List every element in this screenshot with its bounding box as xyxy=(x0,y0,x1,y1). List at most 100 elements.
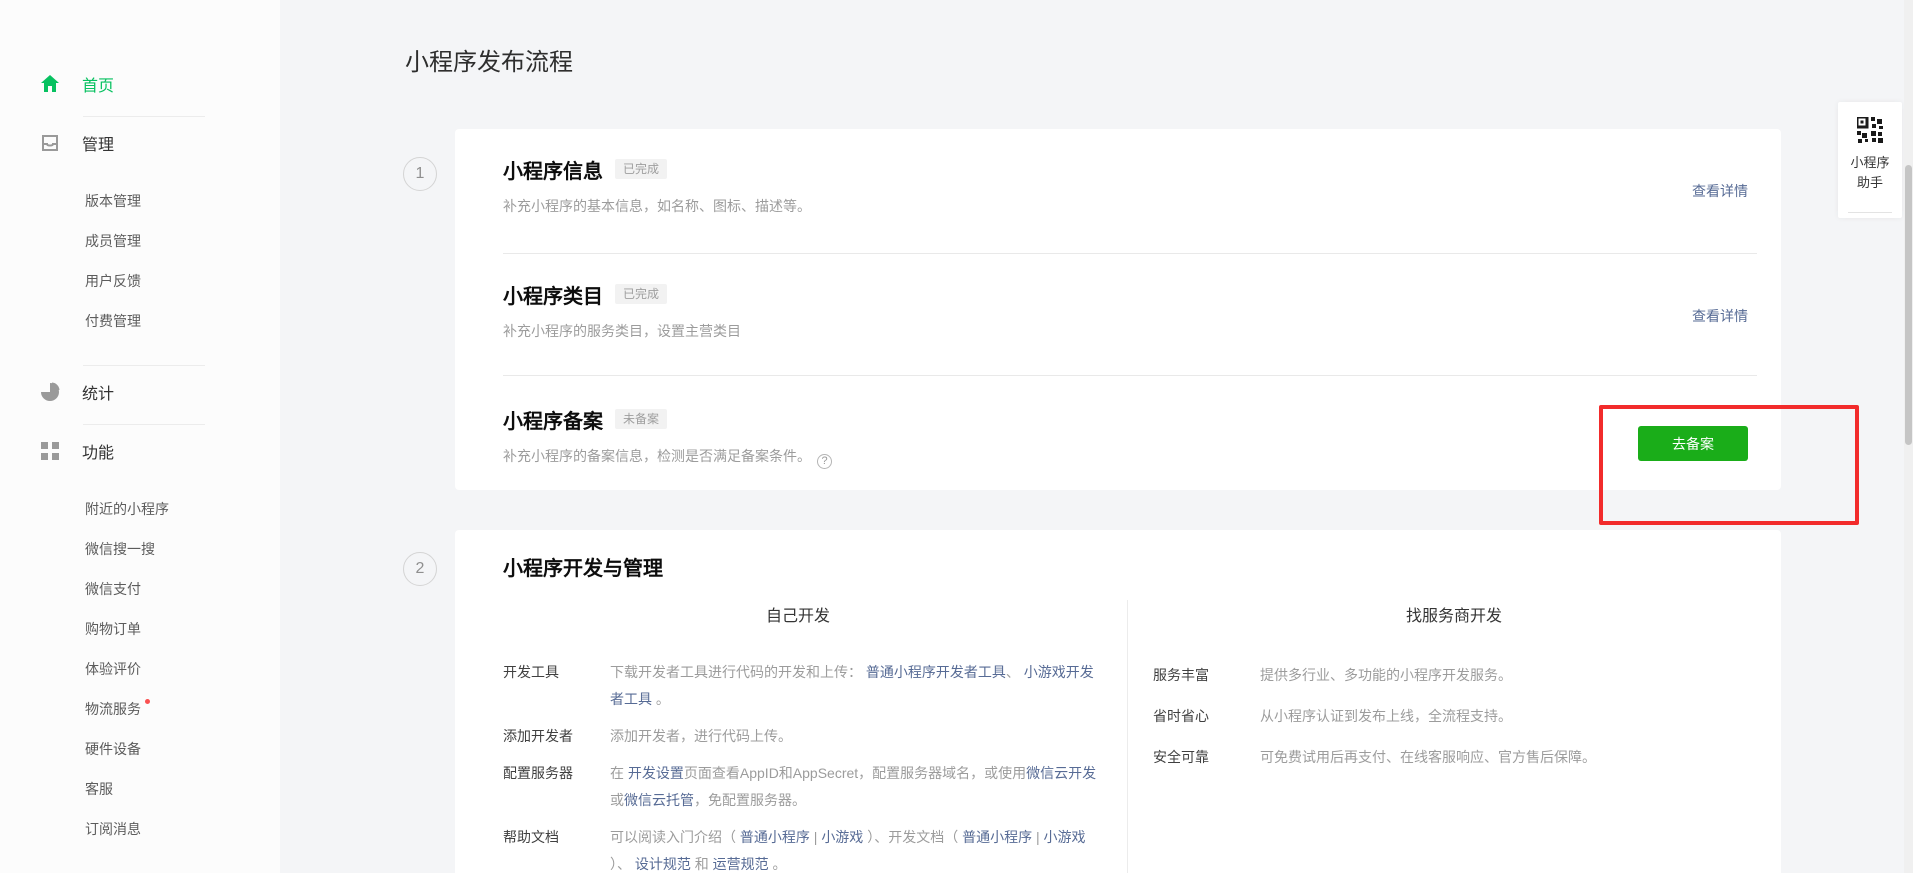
inline-link[interactable]: 微信云开发 xyxy=(1026,765,1096,781)
help-icon[interactable]: ? xyxy=(817,454,832,469)
sidebar-item-label: 管理 xyxy=(82,131,114,155)
inline-link[interactable]: 普通小程序 xyxy=(740,829,810,845)
grid-icon xyxy=(40,441,60,461)
publish-step-row: 小程序类目已完成补充小程序的服务类目，设置主营类目查看详情 xyxy=(503,280,1748,378)
go-register-button[interactable]: 去备案 xyxy=(1638,426,1748,461)
notification-dot xyxy=(145,699,150,704)
publish-step-row: 小程序备案未备案补充小程序的备案信息，检测是否满足备案条件。? xyxy=(503,405,1748,525)
dev-row-label: 配置服务器 xyxy=(503,760,610,814)
column-header-service-provider: 找服务商开发 xyxy=(1127,603,1781,630)
inline-link[interactable]: 小游戏 xyxy=(821,829,863,845)
inline-link[interactable]: 开发设置 xyxy=(628,765,684,781)
sidebar-item-manage[interactable]: 管理 xyxy=(0,125,280,161)
dev-row-label: 添加开发者 xyxy=(503,723,610,750)
column-header-self-develop: 自己开发 xyxy=(503,603,1093,630)
dev-card-title: 小程序开发与管理 xyxy=(503,554,663,584)
sidebar-divider xyxy=(83,365,205,366)
dev-row-description: 从小程序认证到发布上线，全流程支持。 xyxy=(1260,703,1713,730)
sidebar-subitem[interactable]: 订阅消息 xyxy=(0,809,280,849)
dev-row-label: 帮助文档 xyxy=(503,824,610,873)
inbox-icon xyxy=(40,133,60,153)
step-1-number: 1 xyxy=(403,157,437,191)
sidebar-subitem[interactable]: 附近的小程序 xyxy=(0,489,280,529)
qr-code-icon xyxy=(1857,117,1883,148)
scrollbar-thumb[interactable] xyxy=(1905,165,1912,445)
section-title: 小程序备案 xyxy=(503,405,603,434)
sidebar-divider xyxy=(83,424,205,425)
dev-row-description: 提供多行业、多功能的小程序开发服务。 xyxy=(1260,662,1713,689)
status-badge: 已完成 xyxy=(615,159,667,179)
status-badge: 已完成 xyxy=(615,284,667,304)
section-description: 补充小程序的备案信息，检测是否满足备案条件。? xyxy=(503,446,1748,469)
sidebar-subitem[interactable]: 付费管理 xyxy=(0,301,280,341)
self-develop-row: 帮助文档可以阅读入门介绍（ 普通小程序 | 小游戏 ）、开发文档（ 普通小程序 … xyxy=(503,824,1105,873)
sidebar-subitems: 版本管理成员管理用户反馈付费管理 xyxy=(0,161,280,351)
inline-link[interactable]: 运营规范 xyxy=(713,856,769,872)
section-divider xyxy=(503,375,1757,376)
sidebar-subitem[interactable]: 体验评价 xyxy=(0,649,280,689)
widget-label-line-2: 助手 xyxy=(1838,173,1902,193)
column-divider xyxy=(1127,600,1128,873)
view-details-link[interactable]: 查看详情 xyxy=(1692,306,1748,326)
widget-label-line-1: 小程序 xyxy=(1838,153,1902,173)
page-title: 小程序发布流程 xyxy=(405,42,573,77)
sidebar-subitem[interactable]: 微信支付 xyxy=(0,569,280,609)
dev-row-description: 添加开发者，进行代码上传。 xyxy=(610,723,1105,750)
sidebar-nav: 首页管理版本管理成员管理用户反馈付费管理统计功能附近的小程序微信搜一搜微信支付购… xyxy=(0,66,280,859)
inline-link[interactable]: 微信云托管 xyxy=(624,792,694,808)
step-2-number: 2 xyxy=(403,552,437,586)
sidebar-item-home[interactable]: 首页 xyxy=(0,66,280,102)
publish-steps-card: 小程序信息已完成补充小程序的基本信息，如名称、图标、描述等。查看详情小程序类目已… xyxy=(455,129,1781,490)
sidebar-subitem[interactable]: 用户反馈 xyxy=(0,261,280,301)
publish-step-row: 小程序信息已完成补充小程序的基本信息，如名称、图标、描述等。查看详情 xyxy=(503,155,1748,253)
section-title-line: 小程序类目已完成 xyxy=(503,280,1748,308)
inline-link[interactable]: 普通小程序开发者工具 xyxy=(866,664,1006,680)
section-description: 补充小程序的基本信息，如名称、图标、描述等。 xyxy=(503,196,1748,216)
service-provider-row: 省时省心从小程序认证到发布上线，全流程支持。 xyxy=(1153,703,1713,730)
sidebar-subitem[interactable]: 硬件设备 xyxy=(0,729,280,769)
inline-link[interactable]: 小游戏开发者工具 xyxy=(610,664,1094,707)
inline-link[interactable]: 设计规范 xyxy=(635,856,691,872)
dev-row-label: 省时省心 xyxy=(1153,703,1260,730)
sidebar-subitem[interactable]: 微信搜一搜 xyxy=(0,529,280,569)
section-title-line: 小程序信息已完成 xyxy=(503,155,1748,183)
self-develop-rows: 开发工具下载开发者工具进行代码的开发和上传： 普通小程序开发者工具、 小游戏开发… xyxy=(503,659,1105,873)
development-card: 小程序开发与管理 自己开发 找服务商开发 开发工具下载开发者工具进行代码的开发和… xyxy=(455,530,1781,873)
inline-link[interactable]: 小游戏 xyxy=(1044,829,1086,845)
section-description: 补充小程序的服务类目，设置主营类目 xyxy=(503,321,1748,341)
sidebar-item-stats[interactable]: 统计 xyxy=(0,374,280,410)
section-title: 小程序信息 xyxy=(503,155,603,184)
status-badge: 未备案 xyxy=(615,409,667,429)
sidebar-subitem[interactable]: 购物订单 xyxy=(0,609,280,649)
sidebar-item-label: 功能 xyxy=(82,439,114,463)
sidebar-item-label: 统计 xyxy=(82,380,114,404)
sidebar-subitem[interactable]: 版本管理 xyxy=(0,181,280,221)
sidebar-item-features[interactable]: 功能 xyxy=(0,433,280,469)
section-title: 小程序类目 xyxy=(503,280,603,309)
pie-chart-icon xyxy=(40,382,60,402)
service-provider-row: 安全可靠可免费试用后再支付、在线客服响应、官方售后保障。 xyxy=(1153,744,1713,771)
self-develop-row: 配置服务器在 开发设置页面查看AppID和AppSecret，配置服务器域名，或… xyxy=(503,760,1105,814)
service-provider-row: 服务丰富提供多行业、多功能的小程序开发服务。 xyxy=(1153,662,1713,689)
sidebar-divider xyxy=(83,116,205,117)
sidebar-subitem[interactable]: 成员管理 xyxy=(0,221,280,261)
sidebar-subitem[interactable]: 客服 xyxy=(0,769,280,809)
mini-program-assistant-widget[interactable]: 小程序 助手 xyxy=(1838,102,1902,218)
section-divider xyxy=(503,253,1757,254)
section-title-line: 小程序备案未备案 xyxy=(503,405,1748,433)
dev-row-label: 开发工具 xyxy=(503,659,610,713)
dev-row-description: 可以阅读入门介绍（ 普通小程序 | 小游戏 ）、开发文档（ 普通小程序 | 小游… xyxy=(610,824,1105,873)
sidebar-subitem[interactable]: 物流服务 xyxy=(0,689,280,729)
dev-row-description: 下载开发者工具进行代码的开发和上传： 普通小程序开发者工具、 小游戏开发者工具 … xyxy=(610,659,1105,713)
dev-row-label: 服务丰富 xyxy=(1153,662,1260,689)
page-scrollbar[interactable] xyxy=(1904,0,1913,873)
sidebar: 首页管理版本管理成员管理用户反馈付费管理统计功能附近的小程序微信搜一搜微信支付购… xyxy=(0,0,280,873)
widget-divider xyxy=(1848,212,1892,213)
service-provider-rows: 服务丰富提供多行业、多功能的小程序开发服务。省时省心从小程序认证到发布上线，全流… xyxy=(1153,662,1713,785)
sidebar-item-label: 首页 xyxy=(82,72,114,96)
dev-row-label: 安全可靠 xyxy=(1153,744,1260,771)
home-icon xyxy=(40,74,60,94)
self-develop-row: 添加开发者添加开发者，进行代码上传。 xyxy=(503,723,1105,750)
view-details-link[interactable]: 查看详情 xyxy=(1692,181,1748,201)
inline-link[interactable]: 普通小程序 xyxy=(962,829,1032,845)
